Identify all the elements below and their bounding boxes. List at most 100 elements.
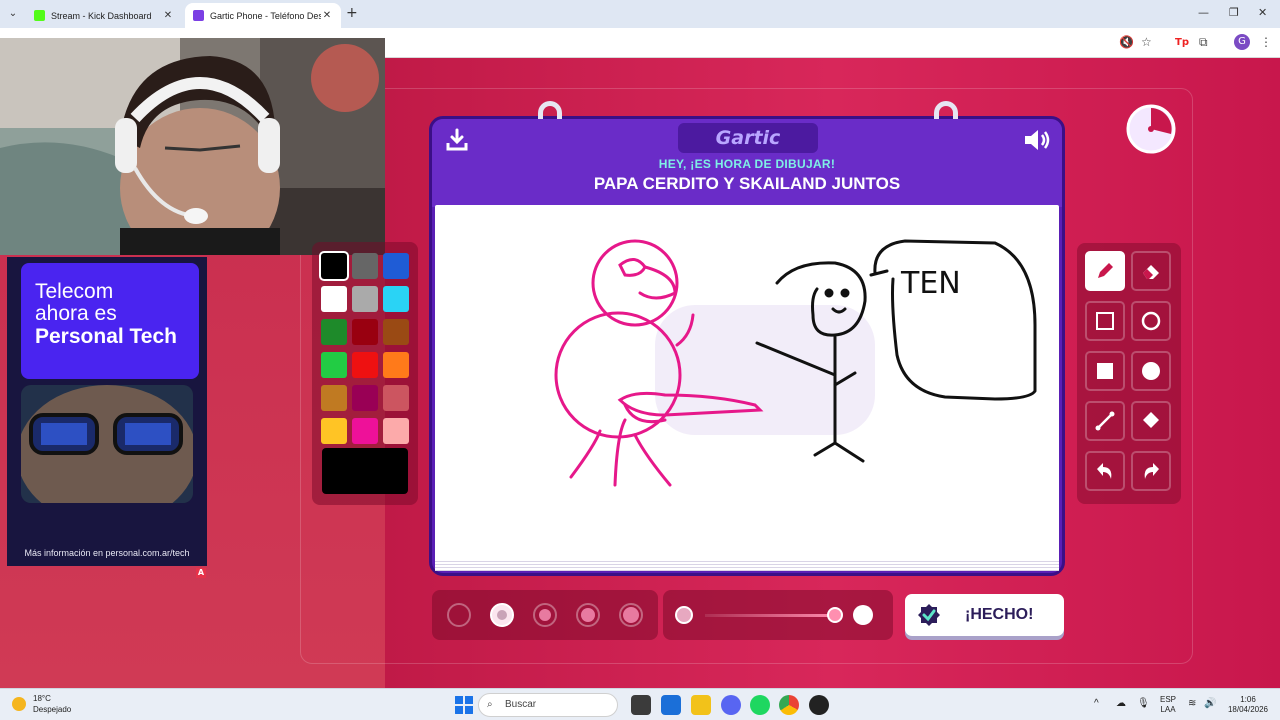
current-color-preview xyxy=(322,448,408,494)
rectangle-filled-icon xyxy=(1097,363,1113,379)
color-swatch[interactable] xyxy=(352,319,378,345)
language-indicator[interactable]: ESP LAA xyxy=(1156,695,1180,715)
brush-size-dot xyxy=(623,607,639,623)
brush-size-option[interactable] xyxy=(619,603,643,627)
mute-site-icon[interactable]: 🔇 xyxy=(1119,35,1134,49)
brush-size-selector xyxy=(432,590,658,640)
ellipse-outline-tool-button[interactable] xyxy=(1131,301,1171,341)
discord-icon[interactable] xyxy=(721,695,741,715)
rectangle-outline-tool-button[interactable] xyxy=(1085,301,1125,341)
bookmark-star-icon[interactable]: ☆ xyxy=(1141,35,1152,49)
profile-avatar[interactable]: G xyxy=(1234,34,1250,50)
brush-size-option[interactable] xyxy=(576,603,600,627)
store-icon[interactable] xyxy=(661,695,681,715)
extensions-puzzle-icon[interactable]: ⧉ xyxy=(1199,35,1208,50)
chrome-icon[interactable] xyxy=(779,695,799,715)
color-swatch[interactable] xyxy=(352,385,378,411)
canvas-watermark xyxy=(655,305,875,435)
microphone-icon[interactable]: 🎙 xyxy=(1137,699,1150,709)
obs-icon[interactable] xyxy=(809,695,829,715)
weather-icon[interactable] xyxy=(12,697,26,711)
download-icon[interactable] xyxy=(444,127,470,153)
tool-panel xyxy=(1077,243,1181,504)
windows-start-icon[interactable] xyxy=(454,695,474,715)
brush-size-option[interactable] xyxy=(447,603,471,627)
file-explorer-icon[interactable] xyxy=(691,695,711,715)
browser-menu-icon[interactable]: ⋮ xyxy=(1260,35,1272,49)
timer-icon xyxy=(1126,104,1176,154)
notebook-pages xyxy=(435,559,1059,571)
color-swatch[interactable] xyxy=(352,253,378,279)
undo-tool-button[interactable] xyxy=(1085,451,1125,491)
clock[interactable]: 1:06 18/04/2026 xyxy=(1222,695,1274,715)
extension-tp-icon[interactable]: Tp xyxy=(1175,37,1189,48)
tab-kick-dashboard[interactable]: Stream - Kick Dashboard ✕ xyxy=(26,3,182,28)
weather-condition: Despejado xyxy=(33,705,72,714)
color-swatch[interactable] xyxy=(383,319,409,345)
brush-size-dot xyxy=(497,610,507,620)
canvas-text: TEN xyxy=(900,266,961,301)
color-swatch[interactable] xyxy=(321,286,347,312)
temperature: 18°C xyxy=(33,694,51,703)
speaker-icon[interactable]: 🔊 xyxy=(1204,699,1216,709)
prompt-title: PAPA CERDITO Y SKAILAND JUNTOS xyxy=(593,174,901,193)
network-icon[interactable]: ☁ xyxy=(1116,699,1126,709)
opacity-track[interactable] xyxy=(705,614,839,617)
restore-button[interactable]: ❐ xyxy=(1229,6,1239,19)
new-tab-button[interactable]: + xyxy=(346,5,358,21)
drawing-notebook: Gartic HEY, ¡ES HORA DE DIBUJAR! PAPA CE… xyxy=(429,101,1065,576)
color-swatch[interactable] xyxy=(352,418,378,444)
spotify-icon[interactable] xyxy=(750,695,770,715)
color-swatch[interactable] xyxy=(319,251,349,281)
check-icon xyxy=(918,604,940,626)
task-view-icon[interactable] xyxy=(631,695,651,715)
color-swatch[interactable] xyxy=(383,286,409,312)
ad-line-2: ahora es xyxy=(35,302,117,325)
tab-search-icon[interactable]: ⌄ xyxy=(4,5,22,23)
color-swatch[interactable] xyxy=(383,253,409,279)
line-icon xyxy=(1095,411,1115,431)
gartic-logo: Gartic xyxy=(678,123,818,153)
ellipse-filled-tool-button[interactable] xyxy=(1131,351,1171,391)
personal-tech-ad[interactable]: Telecom ahora es Personal Tech Más infor… xyxy=(7,257,207,566)
search-icon: ⌕ xyxy=(487,699,493,710)
brush-size-option[interactable] xyxy=(490,603,514,627)
eraser-tool-button[interactable] xyxy=(1131,251,1171,291)
wifi-icon[interactable]: ≋ xyxy=(1188,699,1196,709)
color-swatch[interactable] xyxy=(383,352,409,378)
tab-gartic-phone[interactable]: Gartic Phone - Teléfono Descomp ✕ xyxy=(185,3,341,28)
undo-icon xyxy=(1097,463,1112,479)
drawing-canvas[interactable]: TEN xyxy=(435,205,1059,561)
color-swatch[interactable] xyxy=(321,385,347,411)
minimize-button[interactable]: — xyxy=(1198,6,1209,19)
redo-tool-button[interactable] xyxy=(1131,451,1171,491)
opacity-handle[interactable] xyxy=(827,607,843,623)
color-palette xyxy=(312,242,418,505)
rectangle-filled-tool-button[interactable] xyxy=(1085,351,1125,391)
color-swatch[interactable] xyxy=(321,319,347,345)
ellipse-outline-icon xyxy=(1141,311,1161,331)
color-swatch[interactable] xyxy=(383,385,409,411)
ad-footer[interactable]: Más información en personal.com.ar/tech xyxy=(7,548,207,558)
taskbar-search[interactable]: ⌕ Buscar xyxy=(478,693,618,717)
fill-bucket-tool-button[interactable] xyxy=(1131,401,1171,441)
close-tab-icon[interactable]: ✕ xyxy=(162,10,174,21)
color-swatch[interactable] xyxy=(352,286,378,312)
brush-size-option[interactable] xyxy=(533,603,557,627)
close-tab-icon[interactable]: ✕ xyxy=(321,10,333,21)
done-button[interactable]: ¡HECHO! xyxy=(905,594,1064,636)
tab-title: Stream - Kick Dashboard xyxy=(51,10,152,21)
line-tool-button[interactable] xyxy=(1085,401,1125,441)
tray-overflow-icon[interactable]: ^ xyxy=(1094,699,1099,709)
prompt-subtitle: HEY, ¡ES HORA DE DIBUJAR! xyxy=(658,157,836,171)
pencil-tool-button[interactable] xyxy=(1085,251,1125,291)
close-window-button[interactable]: ✕ xyxy=(1258,6,1267,19)
volume-icon[interactable] xyxy=(1022,127,1052,153)
color-swatch[interactable] xyxy=(321,352,347,378)
rectangle-outline-icon xyxy=(1096,312,1114,330)
color-swatch[interactable] xyxy=(383,418,409,444)
color-swatch[interactable] xyxy=(352,352,378,378)
color-swatch[interactable] xyxy=(321,418,347,444)
weather-widget[interactable]: 18°C Despejado xyxy=(33,693,71,715)
ad-badge[interactable]: A xyxy=(196,568,206,578)
